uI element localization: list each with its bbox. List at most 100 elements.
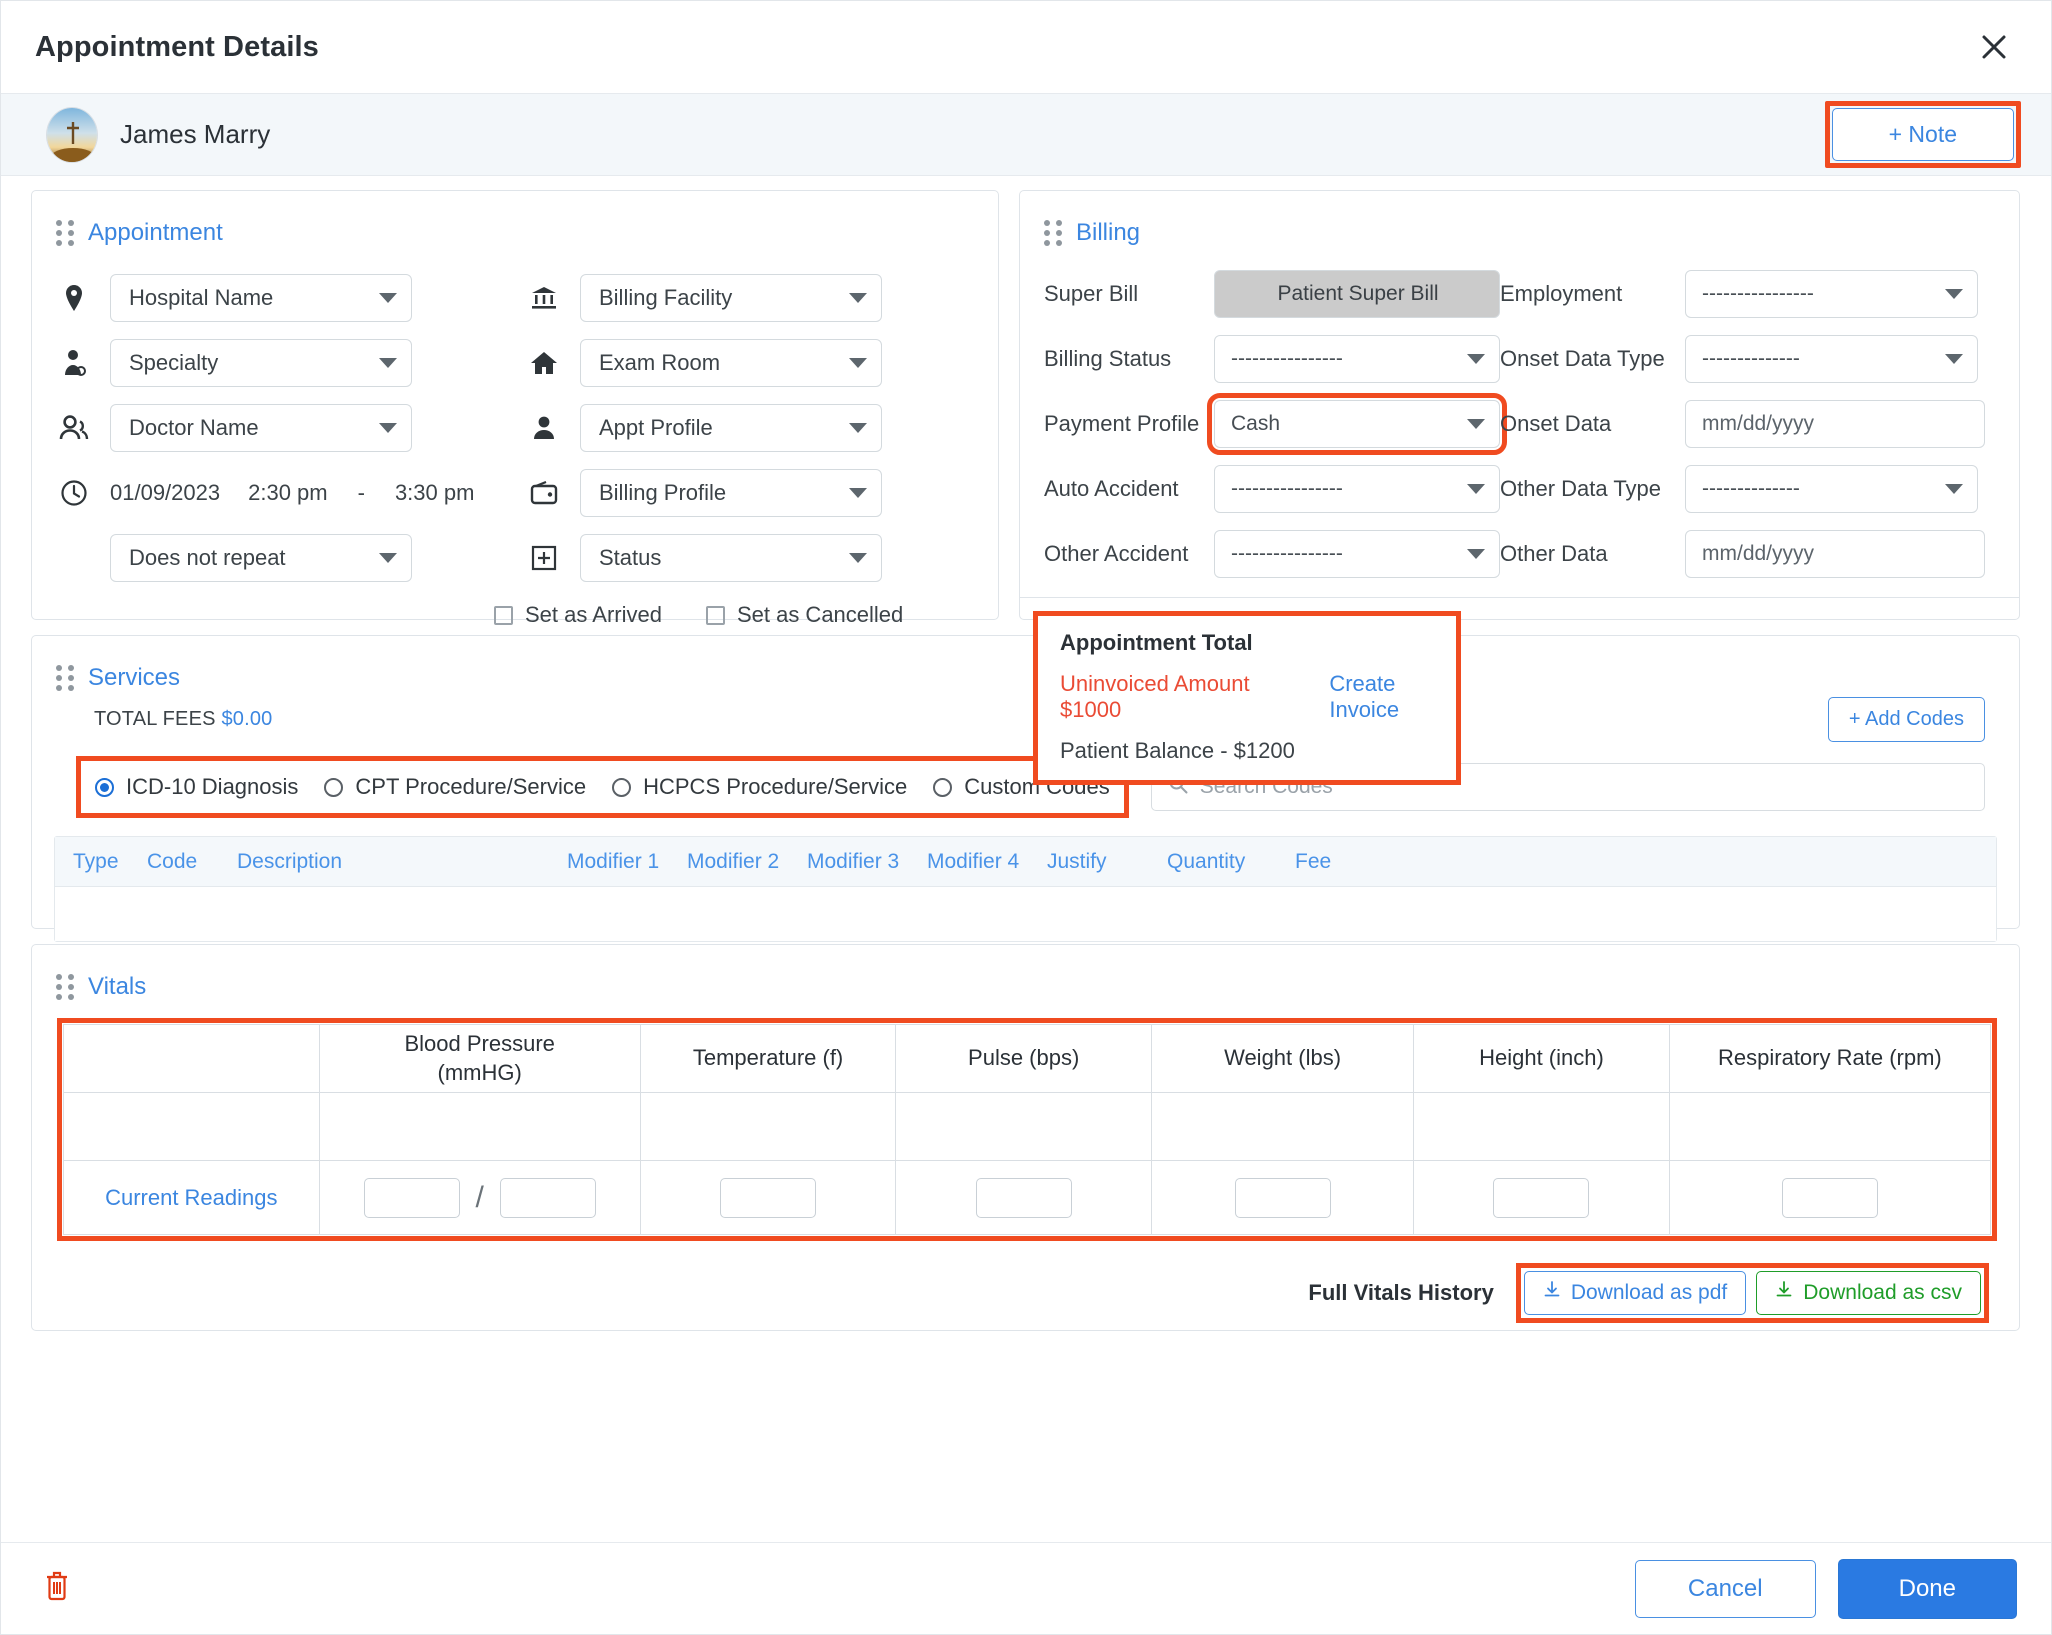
- download-csv-button[interactable]: Download as csv: [1756, 1271, 1981, 1315]
- appointment-start-time: 2:30 pm: [248, 479, 328, 505]
- vitals-empty-row: [63, 1092, 1992, 1161]
- radio-icd10-diagnosis[interactable]: ICD-10 Diagnosis: [95, 774, 324, 800]
- patient-balance: Patient Balance - $1200: [1060, 738, 1295, 763]
- hospital-name-select[interactable]: Hospital Name: [110, 273, 412, 322]
- wallet-icon: [526, 477, 562, 509]
- hospital-name-row: Hospital Name: [32, 265, 502, 330]
- employment-select[interactable]: ----------------: [1685, 269, 1978, 318]
- billing-status-select[interactable]: ----------------: [1214, 334, 1500, 383]
- appointment-details-modal: Appointment Details James Marry + Note A…: [0, 0, 2052, 1635]
- uninvoiced-amount: Uninvoiced Amount $1000: [1060, 671, 1250, 722]
- temperature-input[interactable]: [720, 1177, 817, 1218]
- billing-panel: Billing Super Bill Patient Super Bill Bi…: [1019, 190, 2020, 785]
- appointment-datetime[interactable]: 01/09/2023 2:30 pm - 3:30 pm: [110, 480, 474, 506]
- bp-diastolic-input[interactable]: [499, 1177, 596, 1218]
- person-icon: [526, 412, 562, 444]
- auto-accident-select[interactable]: ----------------: [1214, 464, 1500, 513]
- temperature-cell: [639, 1160, 897, 1235]
- vitals-empty-cell: [639, 1092, 897, 1161]
- other-data-input[interactable]: mm/dd/yyyy: [1685, 529, 1985, 578]
- billing-facility-select[interactable]: Billing Facility: [580, 273, 882, 322]
- vitals-empty-cell: [1413, 1092, 1670, 1161]
- vitals-table: Blood Pressure (mmHG) Temperature (f) Pu…: [63, 1024, 1992, 1235]
- billing-facility-value: Billing Facility: [599, 284, 733, 310]
- drag-handle-icon[interactable]: [56, 974, 74, 1000]
- appointment-total-title: Appointment Total: [1060, 630, 1253, 655]
- appt-profile-select[interactable]: Appt Profile: [580, 403, 882, 452]
- other-data-type-select[interactable]: --------------: [1685, 464, 1978, 513]
- onset-data-input[interactable]: mm/dd/yyyy: [1685, 399, 1985, 448]
- billing-divider: [1020, 597, 2019, 598]
- col-justify: Justify: [1047, 849, 1107, 873]
- close-icon[interactable]: [1971, 24, 2017, 70]
- other-accident-select[interactable]: ----------------: [1214, 529, 1500, 578]
- chevron-down-icon: [379, 552, 397, 563]
- onset-data-placeholder: mm/dd/yyyy: [1702, 411, 1815, 435]
- exam-room-select[interactable]: Exam Room: [580, 338, 882, 387]
- col-type: Type: [73, 849, 119, 873]
- col-quantity: Quantity: [1167, 849, 1246, 873]
- drag-handle-icon[interactable]: [1044, 220, 1062, 246]
- vitals-current-readings-row: Current Readings /: [63, 1160, 1992, 1235]
- other-data-type-row: Other Data Type --------------: [1500, 456, 1990, 521]
- onset-data-type-select[interactable]: --------------: [1685, 334, 1978, 383]
- chevron-down-icon: [1945, 288, 1963, 299]
- weight-input[interactable]: [1234, 1177, 1331, 1218]
- vitals-empty-cell: [1668, 1092, 1992, 1161]
- repeat-select[interactable]: Does not repeat: [110, 533, 412, 582]
- create-invoice-link[interactable]: Create Invoice: [1329, 671, 1456, 723]
- payment-profile-select[interactable]: Cash: [1207, 392, 1507, 455]
- set-as-arrived-checkbox[interactable]: Set as Arrived: [494, 602, 662, 628]
- drag-handle-icon[interactable]: [56, 220, 74, 246]
- billing-profile-value: Billing Profile: [599, 479, 727, 505]
- total-fees-amount: $0.00: [221, 708, 273, 730]
- add-codes-button[interactable]: + Add Codes: [1827, 697, 1985, 742]
- pulse-cell: [895, 1160, 1152, 1235]
- onset-data-type-row: Onset Data Type --------------: [1500, 326, 1990, 391]
- radio-hcpcs-procedure[interactable]: HCPCS Procedure/Service: [612, 774, 933, 800]
- billing-panel-header: Billing: [1020, 191, 2019, 247]
- location-pin-icon: [56, 282, 92, 314]
- clock-icon: [56, 477, 92, 509]
- done-button[interactable]: Done: [1837, 1558, 2017, 1619]
- drag-handle-icon[interactable]: [56, 665, 74, 691]
- status-select[interactable]: Status: [580, 533, 882, 582]
- radio-icon: [933, 777, 953, 797]
- download-icon: [1543, 1281, 1561, 1305]
- auto-accident-label: Auto Accident: [1044, 475, 1179, 501]
- radio-icon: [324, 777, 344, 797]
- footer-actions: Cancel Done: [1634, 1558, 2017, 1619]
- billing-facility-row: Billing Facility: [502, 265, 972, 330]
- other-data-type-label: Other Data Type: [1500, 475, 1662, 501]
- bp-systolic-input[interactable]: [363, 1177, 460, 1218]
- respiratory-rate-input[interactable]: [1781, 1177, 1878, 1218]
- appointment-panel: Appointment Hospital Name Specialty Doct…: [31, 190, 999, 627]
- services-table-header: Type Code Description Modifier 1 Modifie…: [55, 837, 1996, 887]
- services-section-title: Services: [88, 664, 181, 691]
- height-input[interactable]: [1493, 1177, 1590, 1218]
- radio-cpt-procedure[interactable]: CPT Procedure/Service: [324, 774, 612, 800]
- col-code: Code: [147, 849, 198, 873]
- pulse-input[interactable]: [975, 1177, 1072, 1218]
- patient-super-bill-button[interactable]: Patient Super Bill: [1214, 269, 1500, 318]
- add-note-button[interactable]: + Note: [1831, 108, 2014, 161]
- services-panel-header: Services: [32, 636, 2019, 692]
- plus-box-icon: [526, 542, 562, 574]
- payment-profile-row: Payment Profile Cash: [1044, 391, 1507, 456]
- billing-profile-select[interactable]: Billing Profile: [580, 468, 882, 517]
- employment-value: ----------------: [1702, 281, 1814, 305]
- cancel-button[interactable]: Cancel: [1634, 1559, 1816, 1618]
- doctor-name-select[interactable]: Doctor Name: [110, 403, 412, 452]
- current-readings-label: Current Readings: [105, 1184, 278, 1210]
- vitals-col-bp-line1: Blood Pressure: [404, 1031, 555, 1057]
- other-data-placeholder: mm/dd/yyyy: [1702, 541, 1815, 565]
- auto-accident-row: Auto Accident ----------------: [1044, 456, 1500, 521]
- vitals-col-blood-pressure: Blood Pressure (mmHG): [318, 1024, 641, 1093]
- checkbox-icon: [494, 605, 513, 625]
- set-as-cancelled-checkbox[interactable]: Set as Cancelled: [705, 602, 903, 628]
- download-pdf-button[interactable]: Download as pdf: [1523, 1271, 1747, 1315]
- billing-status-label: Billing Status: [1044, 345, 1172, 371]
- radio-icon: [612, 777, 632, 797]
- trash-icon[interactable]: [43, 1570, 71, 1607]
- specialty-select[interactable]: Specialty: [110, 338, 412, 387]
